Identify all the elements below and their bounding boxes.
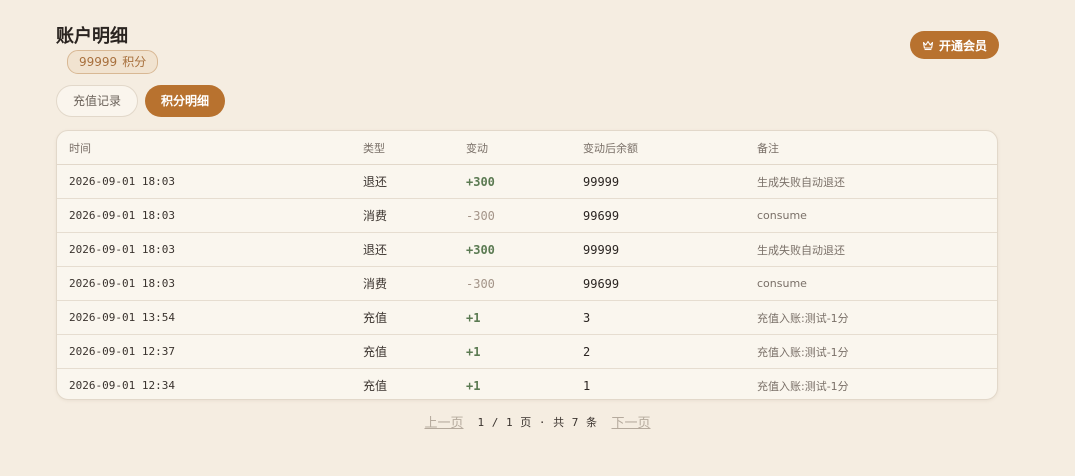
cell-type: 充值 [363, 379, 388, 393]
tab-bar: 充值记录 积分明细 [56, 85, 226, 117]
column-header-note: 备注 [745, 131, 997, 165]
cell-change: +300 [454, 164, 571, 199]
cell-time: 2026-09-01 18:03 [57, 232, 351, 267]
cell-type: 充值 [351, 300, 454, 335]
table-row: 2026-09-01 18:03 消费 -300 99699 consume [57, 266, 997, 301]
cell-time: 2026-09-01 18:03 [57, 266, 351, 301]
table-row: 2026-09-01 18:03 退还 +300 99999 生成失败自动退还 [57, 164, 997, 199]
page-title: 账户明细 [56, 26, 128, 47]
column-header-time: 时间 [57, 131, 351, 165]
table-row: 2026-09-01 12:34 充值 +1 1 充值入账:测试-1分 [57, 369, 997, 400]
cell-note: 生成失败自动退还 [745, 232, 997, 267]
cell-note: 充值入账:测试-1分 [745, 334, 997, 369]
cell-note: consume [745, 266, 997, 301]
open-membership-button[interactable]: 开通会员 [909, 31, 999, 59]
points-table-card: 时间 类型 变动 变动后余额 备注 2026-09-01 18:03 退还 +3… [56, 130, 998, 400]
cell-balance: 99699 [571, 266, 745, 301]
points-table: 时间 类型 变动 变动后余额 备注 2026-09-01 18:03 退还 +3… [57, 131, 997, 400]
cell-change: +1 [454, 334, 571, 369]
cell-balance: 99699 [571, 198, 745, 233]
cell-balance: 1 [583, 378, 591, 393]
cell-type: 充值 [351, 334, 454, 369]
cell-time: 2026-09-01 18:03 [57, 164, 351, 199]
column-header-change: 变动 [454, 131, 571, 165]
next-page-link[interactable]: 下一页 [611, 412, 650, 431]
cell-change: -300 [454, 266, 571, 301]
table-row: 2026-09-01 13:54 充值 +1 3 充值入账:测试-1分 [57, 300, 997, 335]
cell-note: consume [745, 198, 997, 233]
column-header-type: 类型 [351, 131, 454, 165]
table-row: 2026-09-01 18:03 消费 -300 99699 consume [57, 198, 997, 233]
cell-type: 消费 [351, 198, 454, 233]
prev-page-link[interactable]: 上一页 [424, 412, 463, 431]
cell-balance: 99999 [571, 164, 745, 199]
column-header-balance: 变动后余额 [571, 131, 745, 165]
cell-balance: 2 [571, 334, 745, 369]
cell-note: 充值入账:测试-1分 [757, 379, 849, 393]
cell-time: 2026-09-01 12:34 [69, 379, 175, 392]
pagination: 上一页 1 / 1 页 · 共 7 条 下一页 [0, 412, 1075, 432]
points-badge: 99999 积分 [67, 50, 159, 74]
account-details-page: 账户明细 99999 积分 开通会员 充值记录 积分明细 时间 类型 变动 变动后… [0, 0, 1075, 476]
crown-icon [922, 40, 934, 51]
cell-change: -300 [454, 198, 571, 233]
points-value: 99999 [79, 55, 118, 69]
cell-type: 退还 [351, 232, 454, 267]
points-unit: 积分 [122, 55, 147, 69]
cell-note: 生成失败自动退还 [745, 164, 997, 199]
tab-recharge-records[interactable]: 充值记录 [56, 85, 139, 117]
table-header-row: 时间 类型 变动 变动后余额 备注 [57, 131, 997, 165]
cell-time: 2026-09-01 12:37 [57, 334, 351, 369]
cell-type: 消费 [351, 266, 454, 301]
cell-change: +1 [466, 378, 481, 393]
cell-time: 2026-09-01 13:54 [57, 300, 351, 335]
cell-change: +300 [454, 232, 571, 267]
page-info: 1 / 1 页 · 共 7 条 [477, 415, 598, 429]
cell-type: 退还 [351, 164, 454, 199]
cell-change: +1 [454, 300, 571, 335]
table-row: 2026-09-01 12:37 充值 +1 2 充值入账:测试-1分 [57, 334, 997, 369]
cell-balance: 3 [571, 300, 745, 335]
cell-balance: 99999 [571, 232, 745, 267]
open-membership-label: 开通会员 [938, 38, 987, 53]
cell-note: 充值入账:测试-1分 [745, 300, 997, 335]
tab-points-details[interactable]: 积分明细 [145, 85, 226, 117]
page-header: 账户明细 99999 积分 [56, 24, 159, 74]
table-row: 2026-09-01 18:03 退还 +300 99999 生成失败自动退还 [57, 232, 997, 267]
cell-time: 2026-09-01 18:03 [57, 198, 351, 233]
